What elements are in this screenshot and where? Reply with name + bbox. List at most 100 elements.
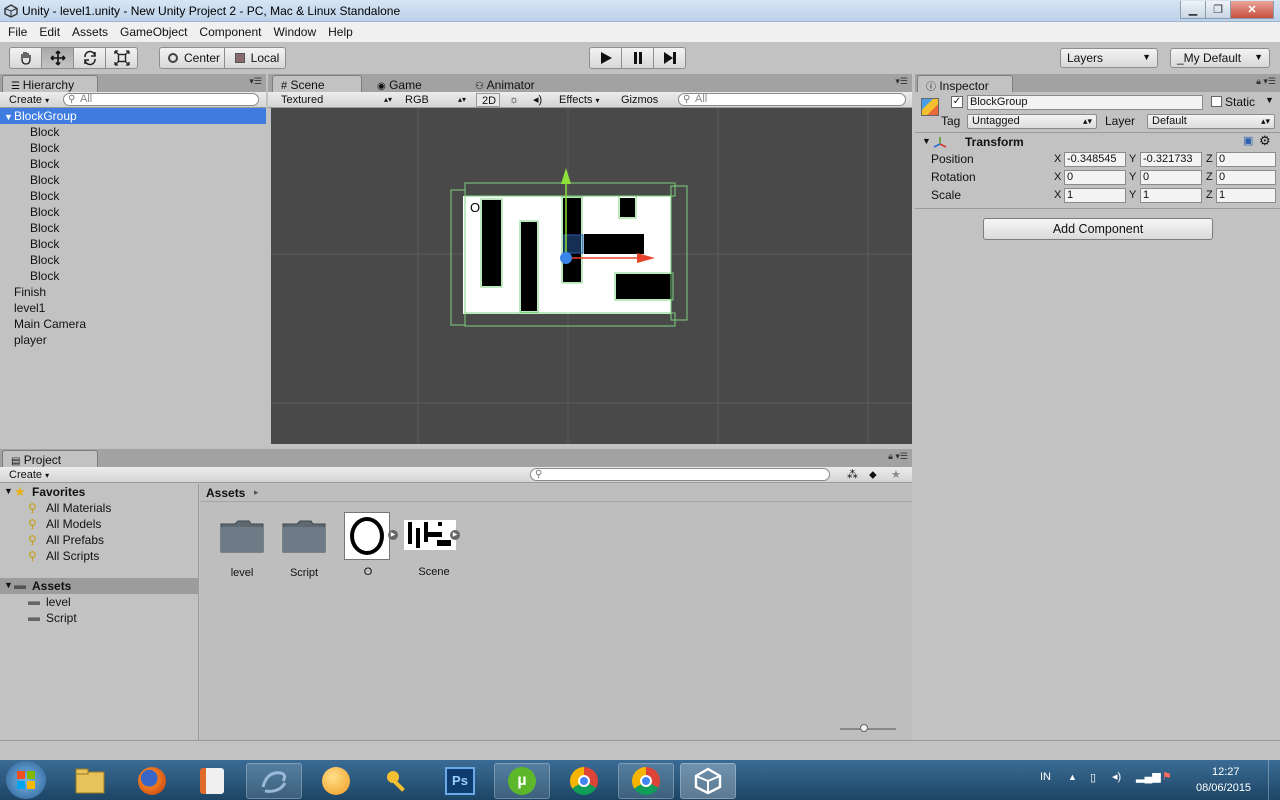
- effects-dropdown[interactable]: Effects ▾: [554, 93, 610, 107]
- add-component-button[interactable]: Add Component: [983, 218, 1213, 240]
- step-button[interactable]: [653, 47, 686, 69]
- tray-expand-icon[interactable]: ▲: [1068, 772, 1077, 782]
- layers-dropdown[interactable]: Layers ▼: [1060, 48, 1158, 68]
- expand-arrow-icon[interactable]: ▶: [388, 530, 398, 540]
- shading-mode-dropdown[interactable]: Textured ▴▾: [276, 93, 394, 107]
- hierarchy-item-block[interactable]: Block: [0, 124, 266, 140]
- audio-toggle[interactable]: ◂): [528, 93, 550, 107]
- rotation-x-field[interactable]: 0: [1064, 170, 1126, 185]
- position-y-field[interactable]: -0.321733: [1140, 152, 1202, 167]
- player-sprite[interactable]: O: [470, 200, 480, 215]
- battery-icon[interactable]: ▯: [1090, 771, 1096, 784]
- scale-tool-button[interactable]: [105, 47, 138, 69]
- hierarchy-item-main-camera[interactable]: Main Camera: [0, 316, 266, 332]
- tab-hierarchy[interactable]: ☰ Hierarchy: [2, 75, 98, 92]
- gear-icon[interactable]: ⚙: [1259, 133, 1271, 149]
- taskbar-photoshop[interactable]: Ps: [432, 763, 488, 799]
- filter-label-button[interactable]: ⬥: [864, 468, 884, 482]
- asset-size-slider[interactable]: [840, 724, 896, 732]
- block-wall[interactable]: [482, 200, 501, 286]
- hierarchy-item-block[interactable]: Block: [0, 204, 266, 220]
- taskbar-app-3[interactable]: [370, 763, 426, 799]
- lighting-toggle[interactable]: ☼: [504, 93, 524, 107]
- y-axis-arrow[interactable]: [561, 168, 571, 184]
- static-checkbox[interactable]: [1211, 96, 1222, 107]
- minimize-button[interactable]: ▁: [1180, 1, 1206, 19]
- scale-z-field[interactable]: 1: [1216, 188, 1276, 203]
- menu-window[interactable]: Window: [267, 25, 322, 39]
- hierarchy-item-level1[interactable]: level1: [0, 300, 266, 316]
- menu-gameobject[interactable]: GameObject: [114, 25, 193, 39]
- menu-component[interactable]: Component: [193, 25, 267, 39]
- hierarchy-item-block[interactable]: Block: [0, 220, 266, 236]
- block-wall[interactable]: [620, 198, 635, 217]
- layer-dropdown[interactable]: Default ▴▾: [1147, 114, 1275, 129]
- panel-lock-icon[interactable]: 🔒︎ ▾☰: [1256, 76, 1276, 87]
- favorite-all-models[interactable]: All Models: [46, 517, 101, 531]
- object-name-field[interactable]: BlockGroup: [967, 95, 1203, 110]
- favorites-label[interactable]: Favorites: [32, 485, 85, 499]
- active-checkbox[interactable]: ✓: [951, 96, 963, 108]
- rotation-z-field[interactable]: 0: [1216, 170, 1276, 185]
- breadcrumb-assets[interactable]: Assets: [206, 486, 245, 500]
- tab-inspector[interactable]: ⓘ Inspector: [917, 75, 1013, 93]
- slider-thumb[interactable]: [860, 724, 868, 732]
- pivot-center-button[interactable]: Center: [159, 47, 225, 69]
- taskbar-chrome-2[interactable]: [618, 763, 674, 799]
- rotate-tool-button[interactable]: [73, 47, 106, 69]
- hierarchy-item-block[interactable]: Block: [0, 172, 266, 188]
- taskbar-chrome[interactable]: [556, 763, 612, 799]
- network-icon[interactable]: ▂▄▆: [1136, 770, 1161, 783]
- help-icon[interactable]: ▣: [1243, 134, 1253, 147]
- show-desktop-button[interactable]: [1268, 760, 1280, 800]
- maximize-button[interactable]: ❐: [1205, 1, 1231, 19]
- chevron-down-icon[interactable]: ▼: [1265, 95, 1274, 105]
- hierarchy-item-block[interactable]: Block: [0, 268, 266, 284]
- favorite-all-materials[interactable]: All Materials: [46, 501, 111, 515]
- hierarchy-create-button[interactable]: Create ▾: [4, 93, 56, 107]
- mode-2d-toggle[interactable]: 2D: [476, 93, 500, 107]
- hierarchy-item-block[interactable]: Block: [0, 188, 266, 204]
- speaker-icon[interactable]: ◂): [1112, 770, 1121, 783]
- block-wall[interactable]: [616, 274, 672, 299]
- clock-date[interactable]: 08/06/2015: [1196, 782, 1251, 794]
- panel-lock-icon[interactable]: 🔒︎ ▾☰: [888, 451, 908, 462]
- menu-file[interactable]: File: [2, 25, 33, 39]
- move-tool-button[interactable]: [41, 47, 74, 69]
- hierarchy-item-block[interactable]: Block: [0, 236, 266, 252]
- favorite-all-scripts[interactable]: All Scripts: [46, 549, 99, 563]
- hierarchy-item-block[interactable]: Block: [0, 140, 266, 156]
- asset-folder-level[interactable]: level: [212, 518, 272, 579]
- expand-arrow-icon[interactable]: ▶: [450, 530, 460, 540]
- pivot-local-button[interactable]: Local: [224, 47, 286, 69]
- hierarchy-item-finish[interactable]: Finish: [0, 284, 266, 300]
- favorite-button[interactable]: ★: [886, 468, 906, 482]
- filter-type-button[interactable]: ⁂: [842, 468, 862, 482]
- menu-assets[interactable]: Assets: [66, 25, 114, 39]
- hand-tool-button[interactable]: [9, 47, 42, 69]
- tab-project[interactable]: ▤ Project: [2, 450, 98, 467]
- rotation-y-field[interactable]: 0: [1140, 170, 1202, 185]
- taskbar-app-1[interactable]: [246, 763, 302, 799]
- play-button[interactable]: [589, 47, 622, 69]
- project-search-input[interactable]: ⚲: [530, 468, 830, 481]
- foldout-triangle-icon[interactable]: ▼: [922, 136, 931, 146]
- tag-dropdown[interactable]: Untagged ▴▾: [967, 114, 1097, 129]
- hierarchy-item-block[interactable]: Block: [0, 252, 266, 268]
- taskbar-app-2[interactable]: [308, 763, 364, 799]
- taskbar-unity[interactable]: [680, 763, 736, 799]
- clock-time[interactable]: 12:27: [1212, 766, 1240, 778]
- start-button[interactable]: [6, 761, 46, 799]
- render-mode-dropdown[interactable]: RGB ▴▾: [400, 93, 468, 107]
- tab-game[interactable]: ◉ Game: [368, 75, 464, 92]
- menu-help[interactable]: Help: [322, 25, 359, 39]
- scene-viewport[interactable]: O: [271, 108, 912, 444]
- favorite-all-prefabs[interactable]: All Prefabs: [46, 533, 104, 547]
- taskbar-explorer[interactable]: [62, 763, 118, 799]
- taskbar-utorrent[interactable]: µ: [494, 763, 550, 799]
- position-x-field[interactable]: -0.348545: [1064, 152, 1126, 167]
- hierarchy-search-input[interactable]: ⚲ All: [63, 93, 259, 106]
- hierarchy-item-block[interactable]: Block: [0, 156, 266, 172]
- position-z-field[interactable]: 0: [1216, 152, 1276, 167]
- hierarchy-item-player[interactable]: player: [0, 332, 266, 348]
